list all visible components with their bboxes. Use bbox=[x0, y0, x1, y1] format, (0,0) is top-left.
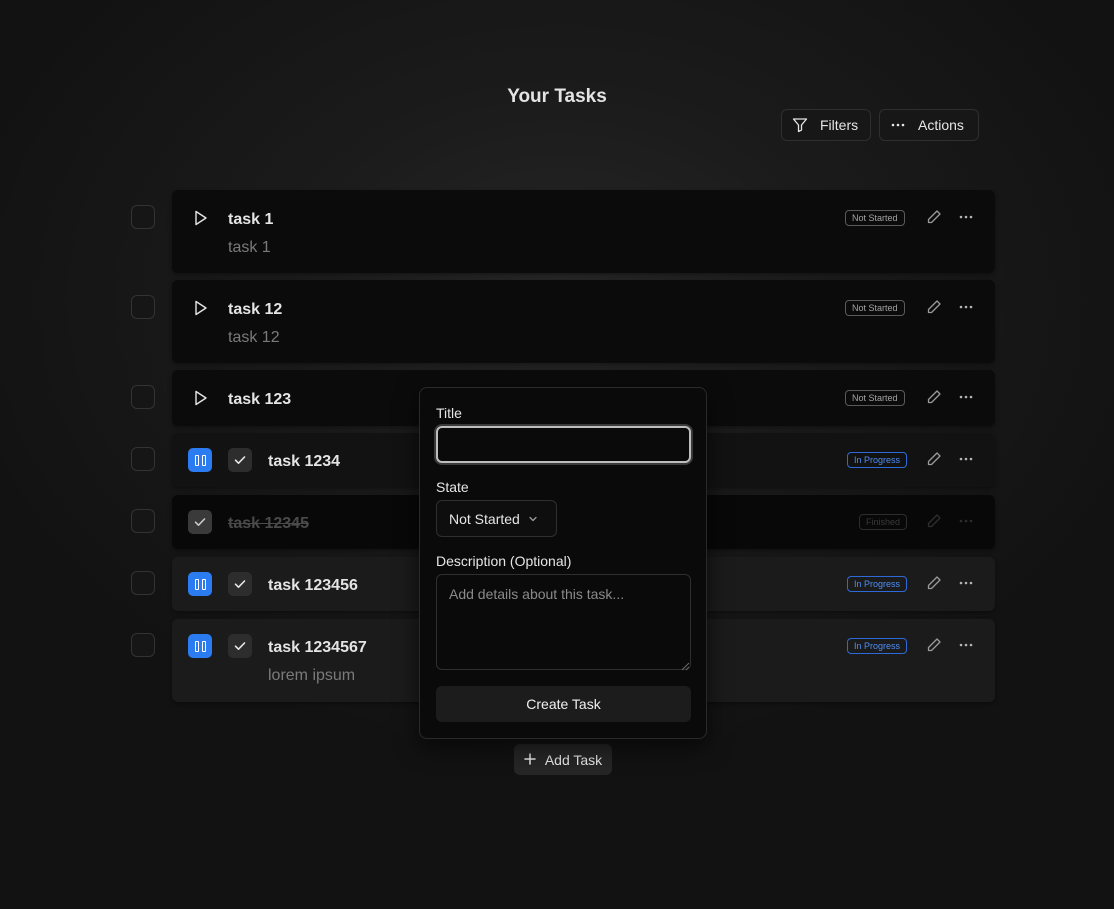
status-badge: Not Started bbox=[845, 390, 905, 406]
pencil-icon[interactable] bbox=[926, 513, 942, 534]
description-textarea[interactable] bbox=[436, 574, 691, 670]
task-title: task 12345 bbox=[228, 515, 309, 532]
pause-icon-bar bbox=[201, 640, 206, 652]
play-icon[interactable] bbox=[194, 210, 208, 231]
description-label: Description (Optional) bbox=[436, 553, 572, 569]
state-select-value: Not Started bbox=[449, 510, 520, 527]
status-badge: Not Started bbox=[845, 210, 905, 226]
pause-button[interactable] bbox=[188, 634, 212, 658]
pencil-icon[interactable] bbox=[926, 209, 942, 230]
status-badge: In Progress bbox=[847, 638, 908, 654]
actions-button[interactable]: Actions bbox=[879, 109, 979, 141]
more-horizontal-icon bbox=[890, 117, 906, 133]
task-select-checkbox[interactable] bbox=[131, 295, 155, 319]
task-select-checkbox[interactable] bbox=[131, 509, 155, 533]
task-description: task 1 bbox=[228, 239, 271, 256]
add-task-button[interactable]: Add Task bbox=[514, 744, 612, 775]
pause-icon-bar bbox=[201, 454, 206, 466]
state-label: State bbox=[436, 479, 469, 495]
check-icon bbox=[194, 518, 206, 526]
pause-icon bbox=[194, 454, 199, 466]
task-select-checkbox[interactable] bbox=[131, 205, 155, 229]
status-badge: In Progress bbox=[847, 576, 908, 592]
pencil-icon[interactable] bbox=[926, 389, 942, 410]
task-title: task 123 bbox=[228, 391, 292, 408]
play-icon[interactable] bbox=[194, 300, 208, 321]
more-horizontal-icon[interactable] bbox=[958, 575, 974, 596]
add-task-label: Add Task bbox=[544, 751, 603, 768]
create-task-popover: Title State Not Started Description (Opt… bbox=[419, 387, 707, 739]
pause-icon bbox=[194, 640, 199, 652]
check-icon bbox=[234, 456, 246, 464]
pencil-icon[interactable] bbox=[926, 575, 942, 596]
chevron-down-icon bbox=[528, 511, 538, 527]
create-task-button[interactable]: Create Task bbox=[436, 686, 691, 722]
task-description: task 12 bbox=[228, 329, 280, 346]
pencil-icon[interactable] bbox=[926, 299, 942, 320]
page-title: Your Tasks bbox=[507, 86, 607, 107]
complete-button[interactable] bbox=[188, 510, 212, 534]
task-select-checkbox[interactable] bbox=[131, 447, 155, 471]
task-card[interactable]: task 1 task 1 Not Started bbox=[172, 190, 995, 273]
pause-button[interactable] bbox=[188, 448, 212, 472]
pause-button[interactable] bbox=[188, 572, 212, 596]
resize-grip-icon[interactable] bbox=[680, 658, 690, 676]
complete-button[interactable] bbox=[228, 572, 252, 596]
task-title: task 1 bbox=[228, 211, 274, 228]
title-input[interactable] bbox=[436, 426, 691, 463]
task-title: task 123456 bbox=[268, 577, 358, 594]
check-icon bbox=[234, 580, 246, 588]
complete-button[interactable] bbox=[228, 634, 252, 658]
play-icon[interactable] bbox=[194, 390, 208, 411]
check-icon bbox=[234, 642, 246, 650]
filters-label: Filters bbox=[820, 117, 859, 133]
task-description: lorem ipsum bbox=[268, 667, 356, 684]
task-card[interactable]: task 12 task 12 Not Started bbox=[172, 280, 995, 363]
filters-button[interactable]: Filters bbox=[781, 109, 871, 141]
task-select-checkbox[interactable] bbox=[131, 571, 155, 595]
pause-icon-bar bbox=[201, 578, 206, 590]
state-select[interactable]: Not Started bbox=[436, 500, 557, 537]
pencil-icon[interactable] bbox=[926, 637, 942, 658]
actions-label: Actions bbox=[918, 117, 964, 133]
complete-button[interactable] bbox=[228, 448, 252, 472]
more-horizontal-icon[interactable] bbox=[958, 299, 974, 320]
status-badge: Not Started bbox=[845, 300, 905, 316]
task-title: task 1234567 bbox=[268, 639, 367, 656]
task-select-checkbox[interactable] bbox=[131, 385, 155, 409]
pencil-icon[interactable] bbox=[926, 451, 942, 472]
plus-icon bbox=[524, 752, 536, 768]
task-select-checkbox[interactable] bbox=[131, 633, 155, 657]
title-label: Title bbox=[436, 405, 462, 421]
more-horizontal-icon[interactable] bbox=[958, 637, 974, 658]
pause-icon bbox=[194, 578, 199, 590]
more-horizontal-icon[interactable] bbox=[958, 389, 974, 410]
status-badge: Finished bbox=[859, 514, 908, 530]
filter-icon bbox=[792, 117, 808, 133]
status-badge: In Progress bbox=[847, 452, 908, 468]
more-horizontal-icon[interactable] bbox=[958, 209, 974, 230]
more-horizontal-icon[interactable] bbox=[958, 513, 974, 534]
task-title: task 12 bbox=[228, 301, 283, 318]
task-title: task 1234 bbox=[268, 453, 341, 470]
more-horizontal-icon[interactable] bbox=[958, 451, 974, 472]
